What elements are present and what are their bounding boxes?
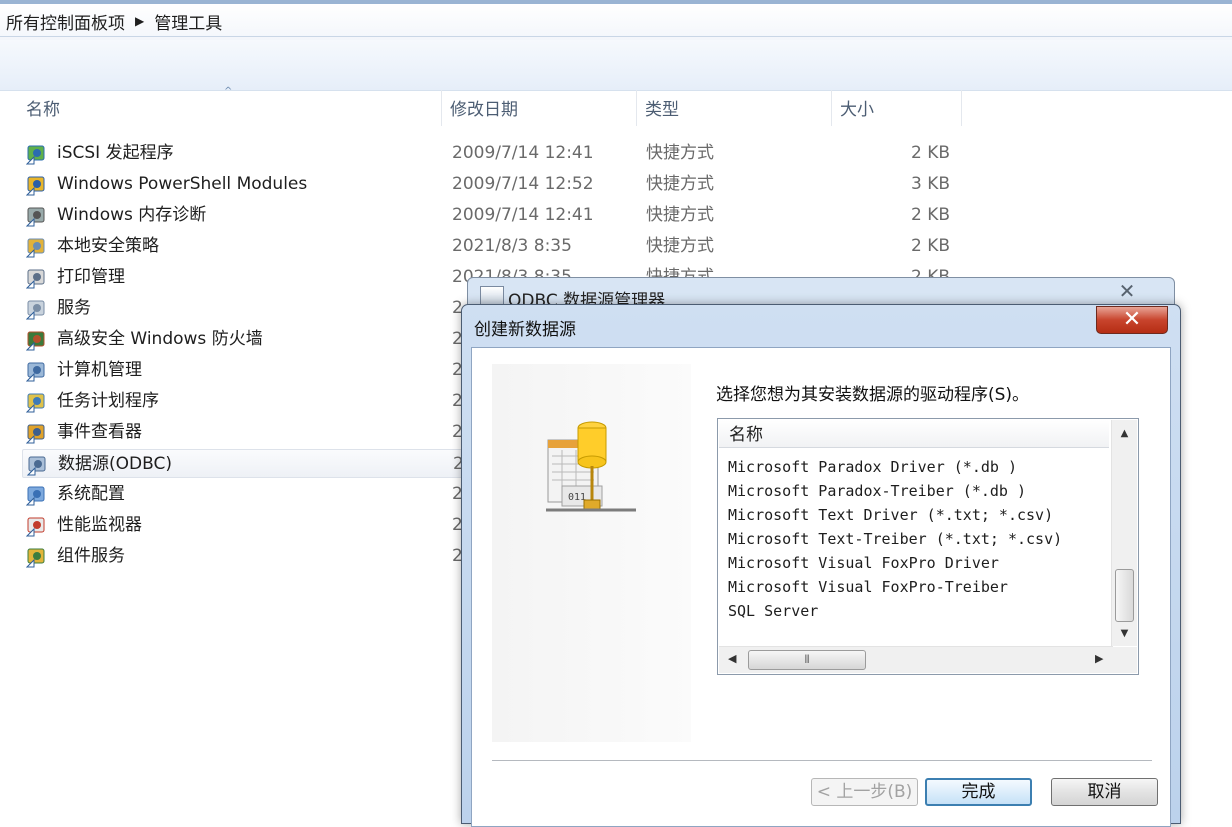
task-scheduler-icon [26,393,45,413]
column-header-name[interactable]: 名称 [18,90,442,126]
file-type: 快捷方式 [646,143,714,163]
file-name: 数据源(ODBC) [58,454,172,474]
file-name: 计算机管理 [57,360,142,380]
system-config-icon [26,486,45,506]
driver-list-item[interactable]: Microsoft Text-Treiber (*.txt; *.csv) [728,527,1062,551]
file-type: 快捷方式 [646,174,714,194]
computer-management-icon [26,362,45,382]
odbc-admin-icon [480,286,504,306]
file-type: 快捷方式 [646,236,714,256]
file-name: 系统配置 [57,484,125,504]
file-row[interactable]: Windows PowerShell Modules 2009/7/14 12:5… [22,170,962,199]
driver-list-item[interactable]: SQL Server [728,599,1062,623]
listbox-header-name[interactable]: 名称 [719,420,1109,448]
cancel-button[interactable]: 取消 [1051,778,1158,806]
file-name: Windows PowerShell Modules [57,174,308,194]
breadcrumb-root[interactable]: 所有控制面板项 [6,9,125,34]
breadcrumb-current[interactable]: 管理工具 [154,9,222,34]
create-data-source-dialog: 创建新数据源 ✕ 011 选择您想为其安装数据源的驱动程序(S)。 名称 Mic… [461,304,1181,827]
database-icon: 011 [546,421,636,512]
component-services-icon [26,548,45,568]
driver-prompt: 选择您想为其安装数据源的驱动程序(S)。 [716,385,1030,405]
breadcrumb-separator-icon[interactable]: ▶ [135,14,144,28]
file-name: 打印管理 [57,267,125,287]
breadcrumb[interactable]: 所有控制面板项 ▶ 管理工具 [0,6,1232,37]
print-management-icon [26,269,45,289]
driver-list-item[interactable]: Microsoft Text Driver (*.txt; *.csv) [728,503,1062,527]
file-name: 高级安全 Windows 防火墙 [57,329,263,349]
scroll-left-icon[interactable]: ◀ [728,652,736,665]
vertical-scrollbar[interactable]: ▲ ▼ [1111,420,1137,646]
firewall-icon [26,331,45,351]
odbc-admin-close-button[interactable]: ✕ [1092,280,1162,302]
file-row[interactable]: 本地安全策略 2021/8/3 8:35 快捷方式 2 KB [22,232,962,261]
address-bar[interactable]: 所有控制面板项 ▶ 管理工具 [0,0,1232,40]
driver-list-item[interactable]: Microsoft Paradox-Treiber (*.db ) [728,479,1062,503]
memory-diagnostic-icon [26,207,45,227]
iscsi-icon [26,145,45,165]
scroll-down-icon[interactable]: ▼ [1112,628,1137,639]
driver-listbox[interactable]: 名称 Microsoft Paradox Driver (*.db ) Micro… [717,418,1139,675]
scroll-up-icon[interactable]: ▲ [1112,428,1137,439]
scrollbar-corner [1112,647,1137,673]
scroll-right-icon[interactable]: ▶ [1095,652,1103,665]
file-size: 2 KB [910,205,950,225]
file-size: 3 KB [910,174,950,194]
toolbar [0,40,1232,91]
file-date: 2009/7/14 12:41 [452,205,594,225]
file-name: 服务 [57,298,91,318]
dialog-title: 创建新数据源 [474,320,576,340]
file-date: 2021/8/3 8:35 [452,236,572,256]
file-name: 本地安全策略 [57,236,159,256]
finish-button[interactable]: 完成 [925,778,1032,806]
driver-list-item[interactable]: Microsoft Visual FoxPro Driver [728,551,1062,575]
file-date: 2009/7/14 12:41 [452,143,594,163]
column-header-modified[interactable]: 修改日期 [442,90,637,126]
column-header-type[interactable]: 类型 [637,90,832,126]
driver-list-item[interactable]: Microsoft Paradox Driver (*.db ) [728,455,1062,479]
column-header-size[interactable]: 大小 [832,90,962,126]
vertical-scroll-thumb[interactable] [1115,569,1134,622]
security-policy-icon [26,238,45,258]
file-date: 2009/7/14 12:52 [452,174,594,194]
dialog-close-button[interactable]: ✕ [1096,306,1168,334]
file-name: iSCSI 发起程序 [57,143,174,163]
odbc-icon [27,456,46,476]
column-header-row: 名称 修改日期 类型 大小 [0,90,965,126]
driver-list-item[interactable]: Microsoft Visual FoxPro-Treiber [728,575,1062,599]
file-type: 快捷方式 [646,205,714,225]
file-size: 2 KB [910,143,950,163]
file-name: 组件服务 [57,546,125,566]
wizard-side-panel: 011 [492,364,691,742]
file-name: Windows 内存诊断 [57,205,207,225]
file-name: 事件查看器 [57,422,142,442]
file-row[interactable]: iSCSI 发起程序 2009/7/14 12:41 快捷方式 2 KB [22,139,962,168]
file-name: 性能监视器 [57,515,142,535]
horizontal-scrollbar[interactable]: ◀ ⦀ ▶ [719,646,1113,673]
event-viewer-icon [26,424,45,444]
svg-text:011: 011 [568,492,586,503]
dialog-client-area: 011 选择您想为其安装数据源的驱动程序(S)。 名称 Microsoft Pa… [471,347,1171,827]
performance-monitor-icon [26,517,45,537]
dialog-divider [492,760,1152,762]
file-row[interactable]: Windows 内存诊断 2009/7/14 12:41 快捷方式 2 KB [22,201,962,230]
driver-list: Microsoft Paradox Driver (*.db ) Microsof… [728,455,1062,623]
powershell-icon [26,176,45,196]
file-name: 任务计划程序 [57,391,159,411]
file-size: 2 KB [910,236,950,256]
services-icon [26,300,45,320]
back-button[interactable]: < 上一步(B) [811,778,918,806]
horizontal-scroll-thumb[interactable]: ⦀ [748,650,866,670]
